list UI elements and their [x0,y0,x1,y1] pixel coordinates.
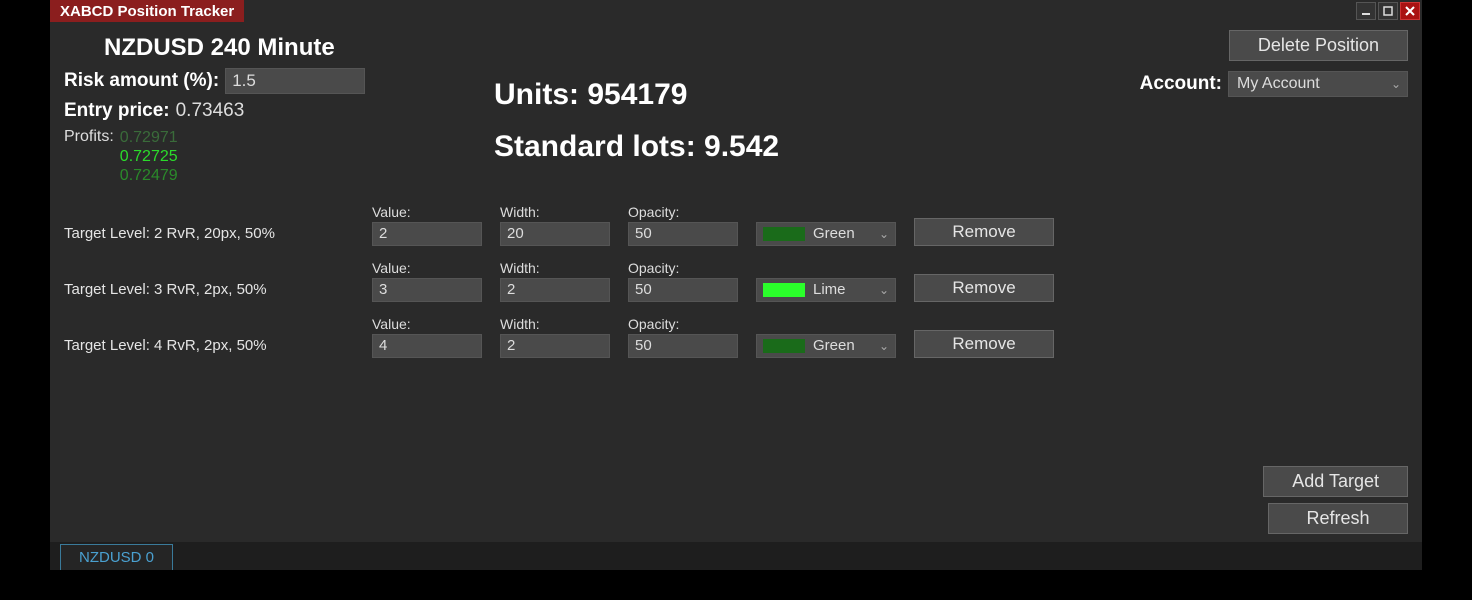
entry-row: Entry price: 0.73463 [64,100,494,122]
value-label: Value: [372,260,482,276]
account-select[interactable]: My Account ⌄ [1228,71,1408,97]
opacity-input[interactable] [628,334,738,358]
entry-value: 0.73463 [176,100,245,122]
minimize-button[interactable] [1356,2,1376,20]
account-select-value: My Account [1237,75,1320,93]
color-name: Green [813,337,855,354]
page-title: NZDUSD 240 Minute [104,34,494,62]
width-input[interactable] [500,334,610,358]
tab-strip: NZDUSD 0 [50,542,1422,570]
right-column: Delete Position Account: My Account ⌄ [1108,30,1408,186]
content-area: NZDUSD 240 Minute Risk amount (%): Entry… [50,22,1422,542]
profit-value: 0.72479 [120,166,178,185]
target-summary: Target Level: 3 RvR, 2px, 50% [64,281,354,302]
titlebar: XABCD Position Tracker [50,0,1422,22]
value-input[interactable] [372,334,482,358]
value-field: Value: [372,260,482,302]
delete-position-button[interactable]: Delete Position [1229,30,1408,61]
value-label: Value: [372,316,482,332]
app-window: XABCD Position Tracker NZDUSD 240 Minute… [50,0,1422,570]
color-select[interactable]: Green ⌄ [756,222,896,246]
chevron-down-icon: ⌄ [879,283,889,297]
profit-value: 0.72725 [120,147,178,166]
color-name: Green [813,225,855,242]
refresh-button[interactable]: Refresh [1268,503,1408,534]
opacity-input[interactable] [628,222,738,246]
symbol-tab[interactable]: NZDUSD 0 [60,544,173,570]
remove-target-button[interactable]: Remove [914,218,1054,246]
chevron-down-icon: ⌄ [1391,77,1401,91]
risk-row: Risk amount (%): [64,68,494,94]
width-input[interactable] [500,222,610,246]
risk-input[interactable] [225,68,365,94]
opacity-label: Opacity: [628,204,738,220]
lots-label: Standard lots: [494,130,696,163]
width-label: Width: [500,204,610,220]
opacity-field: Opacity: [628,204,738,246]
opacity-field: Opacity: [628,316,738,358]
color-name: Lime [813,281,846,298]
window-title: XABCD Position Tracker [50,0,244,22]
titlebar-spacer [244,0,1356,22]
target-row: Target Level: 4 RvR, 2px, 50% Value: Wid… [64,316,1408,358]
bottom-actions: Add Target Refresh [1263,466,1408,534]
color-select[interactable]: Green ⌄ [756,334,896,358]
color-select[interactable]: Lime ⌄ [756,278,896,302]
value-label: Value: [372,204,482,220]
width-label: Width: [500,260,610,276]
lots-line: Standard lots: 9.542 [494,130,1108,164]
account-label: Account: [1140,73,1222,95]
profit-value: 0.72971 [120,128,178,147]
profits-list: 0.72971 0.72725 0.72479 [120,128,178,186]
remove-target-button[interactable]: Remove [914,274,1054,302]
target-row: Target Level: 3 RvR, 2px, 50% Value: Wid… [64,260,1408,302]
units-value: 954179 [587,78,687,111]
width-label: Width: [500,316,610,332]
account-row: Account: My Account ⌄ [1140,71,1408,97]
close-button[interactable] [1400,2,1420,20]
value-input[interactable] [372,278,482,302]
width-field: Width: [500,204,610,246]
color-swatch-icon [763,283,805,297]
remove-target-button[interactable]: Remove [914,330,1054,358]
window-controls [1356,0,1422,22]
top-row: NZDUSD 240 Minute Risk amount (%): Entry… [64,30,1408,186]
width-input[interactable] [500,278,610,302]
targets-area: Target Level: 2 RvR, 20px, 50% Value: Wi… [64,204,1408,358]
target-summary: Target Level: 4 RvR, 2px, 50% [64,337,354,358]
profits-label: Profits: [64,128,114,186]
width-field: Width: [500,260,610,302]
target-row: Target Level: 2 RvR, 20px, 50% Value: Wi… [64,204,1408,246]
value-field: Value: [372,204,482,246]
entry-label: Entry price: [64,100,170,122]
opacity-input[interactable] [628,278,738,302]
chevron-down-icon: ⌄ [879,227,889,241]
color-swatch-icon [763,339,805,353]
add-target-button[interactable]: Add Target [1263,466,1408,497]
units-label: Units: [494,78,579,111]
opacity-field: Opacity: [628,260,738,302]
target-summary: Target Level: 2 RvR, 20px, 50% [64,225,354,246]
center-column: Units: 954179 Standard lots: 9.542 [494,30,1108,186]
left-column: NZDUSD 240 Minute Risk amount (%): Entry… [64,30,494,186]
opacity-label: Opacity: [628,316,738,332]
value-input[interactable] [372,222,482,246]
units-line: Units: 954179 [494,78,1108,112]
value-field: Value: [372,316,482,358]
opacity-label: Opacity: [628,260,738,276]
color-swatch-icon [763,227,805,241]
maximize-button[interactable] [1378,2,1398,20]
lots-value: 9.542 [704,130,779,163]
risk-label: Risk amount (%): [64,70,219,92]
chevron-down-icon: ⌄ [879,339,889,353]
width-field: Width: [500,316,610,358]
profits-row: Profits: 0.72971 0.72725 0.72479 [64,128,494,186]
